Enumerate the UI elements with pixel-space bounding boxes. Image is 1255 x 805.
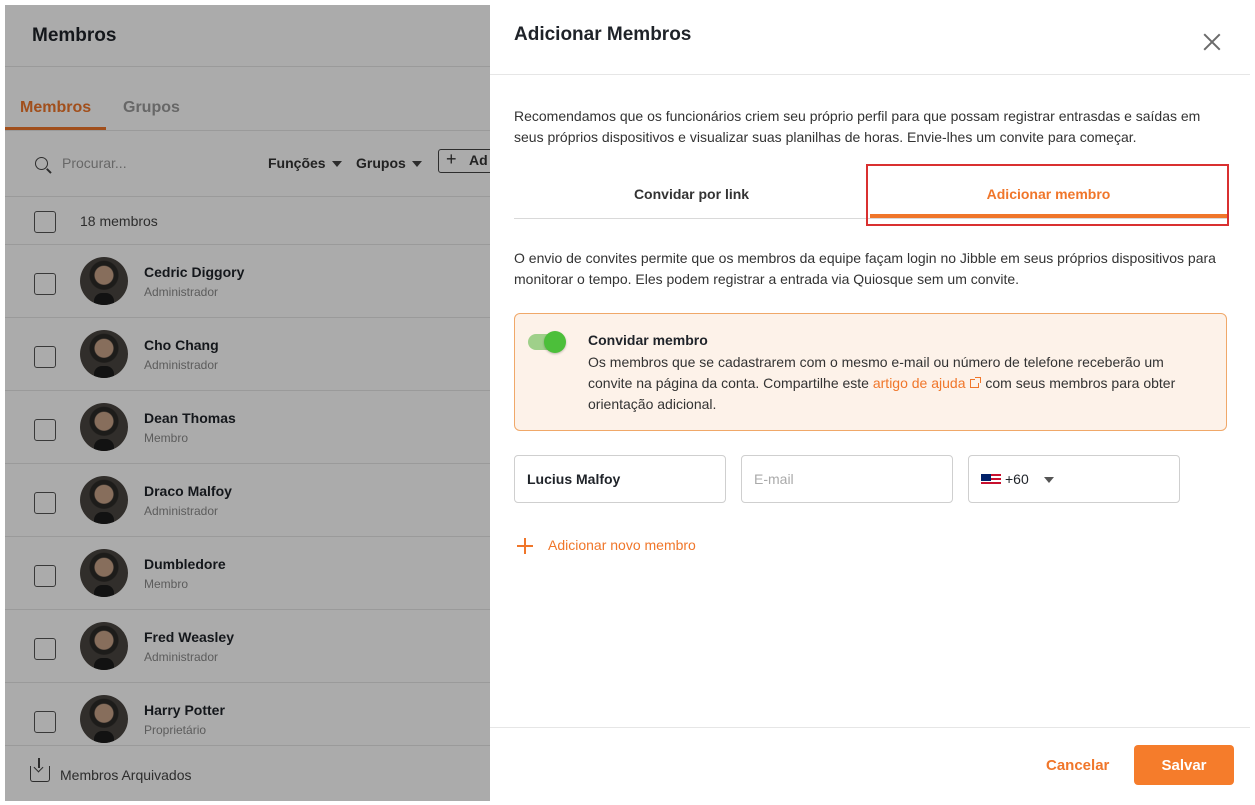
cancel-button[interactable]: Cancelar [1046,757,1109,774]
invite-description: O envio de convites permite que os membr… [514,250,1216,287]
tab-add-member[interactable]: Adicionar membro [870,186,1227,202]
save-button[interactable]: Salvar [1134,745,1234,785]
toggle-knob [544,331,566,353]
app-frame: Membros Membros Grupos Procurar... Funçõ… [5,5,1250,801]
active-tab-indicator [870,214,1227,218]
tab-invite-by-link[interactable]: Convidar por link [514,186,869,202]
close-icon[interactable] [1202,32,1222,52]
help-article-link[interactable]: artigo de ajuda [873,375,982,391]
add-new-member-label: Adicionar novo membro [548,537,696,553]
modal-backdrop[interactable] [5,5,490,801]
external-link-icon [969,377,981,388]
phone-country-code: +60 [1005,471,1029,487]
invite-member-toggle[interactable] [528,331,566,353]
caret-down-icon [1044,477,1054,483]
help-article-label: artigo de ajuda [872,375,966,391]
invite-tabs: Convidar por link Adicionar membro [514,177,1227,219]
callout-title: Convidar membro [588,332,708,348]
phone-country-select[interactable]: +60 [968,455,1180,503]
panel-footer: Cancelar Salvar [490,727,1250,801]
panel-header: Adicionar Membros [490,5,1250,75]
invite-member-callout: Convidar membro Os membros que se cadast… [514,313,1227,431]
email-field[interactable] [741,455,953,503]
callout-text: Os membros que se cadastrarem com o mesm… [588,352,1208,415]
intro-text: Recomendamos que os funcionários criem s… [514,108,1201,145]
malaysia-flag-icon [981,474,1001,486]
plus-icon [517,538,533,554]
panel-title: Adicionar Membros [514,24,692,45]
name-field[interactable]: Lucius Malfoy [514,455,726,503]
add-members-panel: Adicionar Membros Recomendamos que os fu… [490,5,1250,801]
